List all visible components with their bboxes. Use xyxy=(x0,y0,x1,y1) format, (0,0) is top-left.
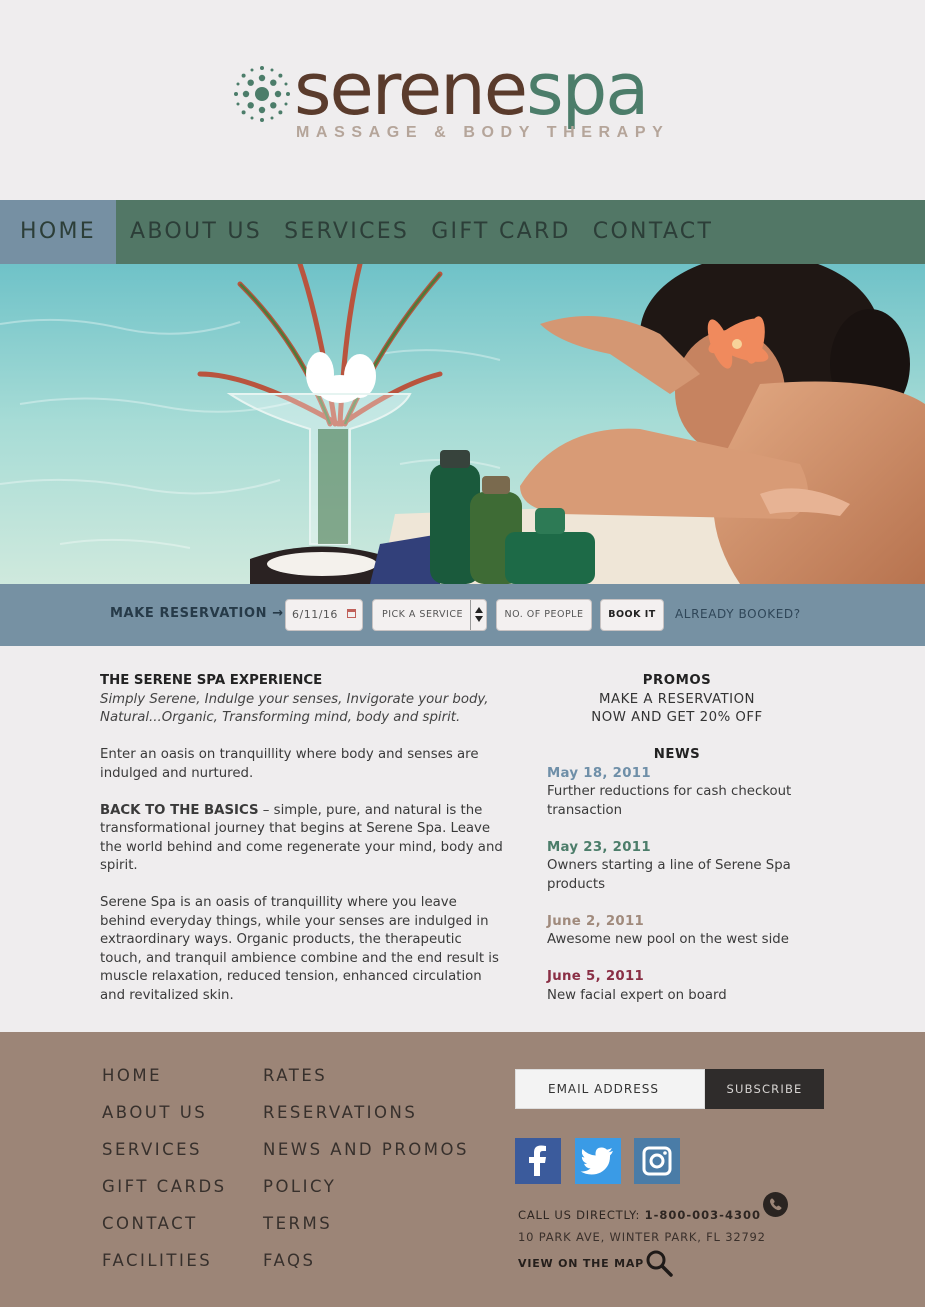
reservation-date-input[interactable]: 6/11/16 xyxy=(285,599,363,631)
logo[interactable]: serenespa MASSAGE & BODY THERAPY xyxy=(232,47,672,150)
footer-link-gift-cards[interactable]: GIFT CARDS xyxy=(102,1177,227,1214)
twitter-icon[interactable] xyxy=(575,1138,621,1184)
email-input[interactable]: EMAIL ADDRESS xyxy=(515,1069,705,1109)
footer-link-rates[interactable]: RATES xyxy=(263,1066,469,1103)
news-text: Further reductions for cash checkout tra… xyxy=(547,784,792,818)
news-item[interactable]: May 23, 2011 Owners starting a line of S… xyxy=(547,839,807,895)
news-date: May 23, 2011 xyxy=(547,839,651,855)
news-date: June 5, 2011 xyxy=(547,969,645,984)
view-map-link[interactable]: VIEW ON THE MAP xyxy=(518,1257,644,1270)
address: 10 PARK AVE, WINTER PARK, FL 32792 xyxy=(518,1230,766,1244)
call-us-label: CALL US DIRECTLY: xyxy=(518,1208,645,1222)
intro-paragraph: Enter an oasis on tranquillity where bod… xyxy=(100,747,479,781)
experience-title: THE SERENE SPA EXPERIENCE xyxy=(100,673,323,688)
news-date: June 2, 2011 xyxy=(547,913,645,929)
already-booked-link[interactable]: ALREADY BOOKED? xyxy=(675,607,801,621)
footer-link-terms[interactable]: TERMS xyxy=(263,1214,469,1251)
sun-flower-icon xyxy=(234,66,290,122)
book-it-button[interactable]: BOOK IT xyxy=(600,599,664,631)
nav-services[interactable]: SERVICES xyxy=(273,200,420,264)
subscribe-button[interactable]: SUBSCRIBE xyxy=(705,1069,824,1109)
footer-link-news-and-promos[interactable]: NEWS AND PROMOS xyxy=(263,1140,469,1177)
promo-line-2: NOW AND GET 20% OFF xyxy=(591,710,763,725)
news-item[interactable]: May 18, 2011 Further reductions for cash… xyxy=(547,765,807,821)
experience-tagline: Simply Serene, Indulge your senses, Invi… xyxy=(100,691,489,726)
nav-about-us[interactable]: ABOUT US xyxy=(119,200,273,264)
facebook-icon[interactable] xyxy=(515,1138,561,1184)
footer-link-home[interactable]: HOME xyxy=(102,1066,227,1103)
promo-line-1: MAKE A RESERVATION xyxy=(599,691,755,707)
site-header: serenespa MASSAGE & BODY THERAPY xyxy=(0,0,925,200)
footer-links-col-2: RATES RESERVATIONS NEWS AND PROMOS POLIC… xyxy=(263,1066,469,1288)
basics-title: BACK TO THE BASICS xyxy=(100,802,259,818)
call-us-line: CALL US DIRECTLY: 1-800-003-4300 xyxy=(518,1208,761,1222)
select-spinner-icon[interactable] xyxy=(470,600,486,630)
footer-link-faqs[interactable]: FAQS xyxy=(263,1251,469,1288)
footer-link-contact[interactable]: CONTACT xyxy=(102,1214,227,1251)
news-text: New facial expert on board xyxy=(547,987,727,1003)
calendar-icon[interactable] xyxy=(347,609,356,618)
spa-scene-illustration xyxy=(0,264,925,584)
footer-link-policy[interactable]: POLICY xyxy=(263,1177,469,1214)
sidebar: PROMOS MAKE A RESERVATION NOW AND GET 20… xyxy=(547,672,807,1024)
footer-link-facilities[interactable]: FACILITIES xyxy=(102,1251,227,1288)
basics-paragraph: BACK TO THE BASICS – simple, pure, and n… xyxy=(100,802,505,876)
instagram-icon[interactable] xyxy=(634,1138,680,1184)
promos-title: PROMOS xyxy=(642,673,712,688)
news-text: Owners starting a line of Serene Spa pro… xyxy=(547,858,791,892)
footer-link-about-us[interactable]: ABOUT US xyxy=(102,1103,227,1140)
news-date: May 18, 2011 xyxy=(547,765,651,781)
footer-links-col-1: HOME ABOUT US SERVICES GIFT CARDS CONTAC… xyxy=(102,1066,227,1288)
nav-contact[interactable]: CONTACT xyxy=(582,200,724,264)
service-select-placeholder: PICK A SERVICE xyxy=(382,609,463,620)
news-item[interactable]: June 2, 2011 Awesome new pool on the wes… xyxy=(547,913,807,950)
logo-wordmark: serenespa xyxy=(294,44,649,134)
news-title: NEWS xyxy=(653,747,701,762)
main-content: THE SERENE SPA EXPERIENCE Simply Serene,… xyxy=(100,672,505,1024)
site-footer: HOME ABOUT US SERVICES GIFT CARDS CONTAC… xyxy=(0,1032,925,1307)
nav-gift-card[interactable]: GIFT CARD xyxy=(420,200,582,264)
reservation-date-value: 6/11/16 xyxy=(292,608,338,621)
footer-link-services[interactable]: SERVICES xyxy=(102,1140,227,1177)
phone-number[interactable]: 1-800-003-4300 xyxy=(645,1208,761,1222)
news-text: Awesome new pool on the west side xyxy=(547,932,789,947)
logo-spa: spa xyxy=(526,47,649,131)
search-icon[interactable] xyxy=(644,1248,674,1278)
phone-icon[interactable] xyxy=(763,1192,788,1217)
reservation-bar: MAKE RESERVATION → 6/11/16 PICK A SERVIC… xyxy=(0,584,925,646)
main-nav: HOME ABOUT US SERVICES GIFT CARD CONTACT xyxy=(0,200,925,264)
oasis-paragraph: Serene Spa is an oasis of tranquillity w… xyxy=(100,895,499,1003)
make-reservation-label: MAKE RESERVATION → xyxy=(110,606,284,621)
logo-tagline: MASSAGE & BODY THERAPY xyxy=(296,124,670,141)
people-count-input[interactable]: NO. OF PEOPLE xyxy=(496,599,592,631)
hero-image xyxy=(0,264,925,584)
footer-link-reservations[interactable]: RESERVATIONS xyxy=(263,1103,469,1140)
nav-home[interactable]: HOME xyxy=(0,200,116,264)
service-select[interactable]: PICK A SERVICE xyxy=(372,599,487,631)
logo-serene: serene xyxy=(294,47,528,131)
news-item[interactable]: June 5, 2011 New facial expert on board xyxy=(547,968,807,1005)
